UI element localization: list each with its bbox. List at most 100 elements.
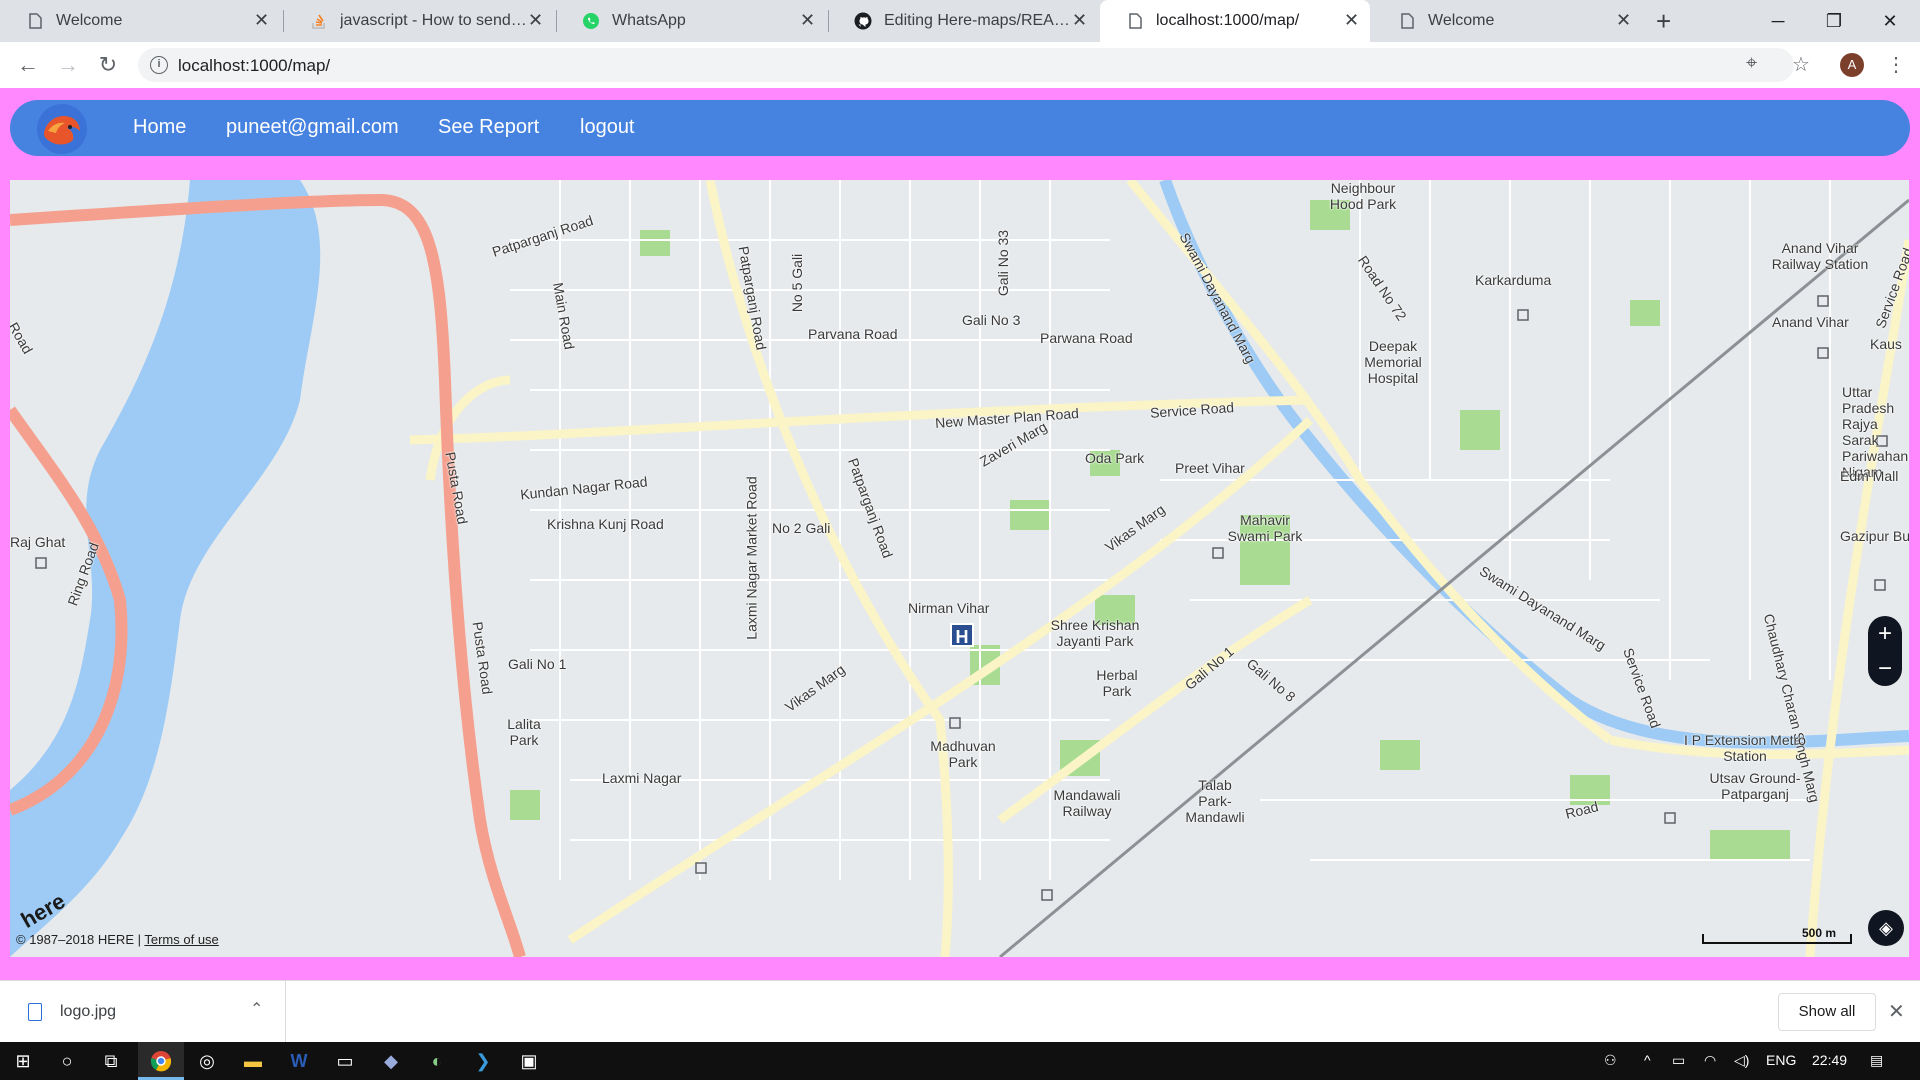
chevron-up-icon[interactable]: ⌃ [250,999,263,1019]
logo-icon[interactable] [30,103,94,155]
map-label: Gali No 3 [962,312,1021,328]
notifications-icon[interactable]: ▤ [1870,1052,1883,1069]
map-label: Anand Vihar [1772,314,1849,330]
map-label: Talab Park-Mandawli [1185,777,1245,825]
map-label: Mahavir Swami Park [1227,512,1303,544]
map-label: Kaus [1870,336,1902,352]
close-tab-icon[interactable]: ✕ [1616,11,1631,29]
nav-user-email[interactable]: puneet@gmail.com [226,116,399,139]
word-icon[interactable]: W [276,1042,322,1080]
downloads-bar: logo.jpg ⌃ Show all ✕ [0,980,1920,1043]
tab-whatsapp[interactable]: WhatsApp ✕ [556,0,828,42]
nav-home-link[interactable]: Home [133,116,186,139]
github-icon [854,12,872,30]
forward-arrow-icon[interactable]: → [54,51,82,79]
clock-time[interactable]: 22:49 [1812,1052,1847,1068]
chevron-up-tray-icon[interactable]: ^ [1644,1052,1651,1068]
chrome-logo-icon [150,1051,172,1072]
close-tab-icon[interactable]: ✕ [1344,11,1359,29]
zoom-in-icon[interactable]: + [1868,616,1902,651]
volume-icon[interactable]: ◁) [1734,1052,1749,1069]
star-icon[interactable]: ☆ [1792,52,1810,77]
tab-welcome-1[interactable]: Welcome ✕ [0,0,280,42]
monitor-app-icon[interactable]: ▭ [322,1042,368,1080]
map-label: No 5 Gali [789,253,806,313]
close-icon[interactable]: ✕ [1888,999,1905,1024]
location-icon[interactable]: ⌖ [1746,52,1757,75]
zoom-out-icon[interactable]: − [1868,651,1902,686]
download-filename[interactable]: logo.jpg [60,1003,116,1021]
top-navbar: Home puneet@gmail.com See Report logout [10,100,1910,156]
map-label: Edm Mall [1840,468,1899,484]
chrome-icon[interactable] [138,1042,184,1080]
hospital-marker-icon[interactable]: H [950,623,974,647]
map-label: Lalita Park [507,716,541,748]
minor-roads [510,180,1831,880]
map-label: Karkarduma [1475,272,1552,288]
map-view[interactable]: H Patparganj Road Main Road No 5 Gali Ga… [10,180,1909,957]
back-arrow-icon[interactable]: ← [14,51,42,79]
close-tab-icon[interactable]: ✕ [528,11,543,29]
poi-markers [35,295,1888,901]
map-copyright: © 1987–2018 HERE | Terms of use [16,932,219,947]
map-label: Nirman Vihar [908,600,990,616]
tab-stackoverflow[interactable]: javascript - How to send data ✕ [284,0,556,42]
map-label: Parwana Road [1040,330,1133,346]
battery-icon[interactable]: ▭ [1672,1052,1685,1069]
wifi-icon[interactable]: ◠ [1704,1052,1716,1069]
profile-avatar[interactable]: A [1840,53,1864,77]
map-label: No 2 Gali [772,520,831,536]
file-explorer-icon[interactable]: ▬ [230,1042,276,1080]
vscode-icon[interactable]: ❯ [460,1042,506,1080]
tab-title: localhost:1000/map/ [1156,12,1300,29]
parks [510,200,1790,860]
map-label: Krishna Kunj Road [547,516,664,532]
menu-kebab-icon[interactable]: ⋮ [1886,52,1906,77]
minimize-icon[interactable]: ─ [1748,6,1808,36]
language-indicator[interactable]: ENG [1766,1052,1796,1068]
page-body: Home puneet@gmail.com See Report logout [0,88,1920,980]
nav-see-report-link[interactable]: See Report [438,116,539,139]
map-label: Anand Vihar Railway Station [1771,240,1869,272]
tab-title: Editing Here-maps/README [884,12,1074,29]
tab-welcome-2[interactable]: Welcome ✕ [1372,0,1644,42]
browser-toolbar: ← → ↻ i localhost:1000/map/ ⌖ ☆ A ⋮ [0,42,1920,88]
map-label: Laxmi Nagar Market Road [743,476,760,640]
address-bar[interactable]: i localhost:1000/map/ [138,48,1794,82]
layers-icon[interactable]: ◈ [1868,910,1904,946]
nav-logout-link[interactable]: logout [580,116,635,139]
chrome-secondary-icon[interactable]: ◎ [184,1042,230,1080]
map-label: Gali No 33 [995,229,1012,297]
search-icon[interactable]: ○ [44,1042,90,1080]
terminal-icon[interactable]: ▣ [506,1042,552,1080]
reload-icon[interactable]: ↻ [94,51,122,79]
task-view-icon[interactable]: ⧉ [88,1042,134,1080]
map-label: Shree Krishan Jayanti Park [1050,617,1140,649]
close-tab-icon[interactable]: ✕ [800,11,815,29]
download-item[interactable]: logo.jpg ⌃ [0,981,286,1043]
tab-title: Welcome [56,12,123,29]
maximize-icon[interactable]: ❐ [1804,6,1864,36]
whatsapp-icon [583,13,599,29]
app-icon[interactable]: ◆ [368,1042,414,1080]
people-icon[interactable]: ⚇ [1604,1052,1617,1069]
map-label: Parvana Road [808,326,898,342]
map-label: Neighbour Hood Park [1329,180,1397,212]
show-all-button[interactable]: Show all [1778,993,1876,1031]
url-text[interactable]: localhost:1000/map/ [178,56,330,76]
map-label: Mandawali Railway [1053,787,1121,819]
info-icon[interactable]: i [150,56,168,74]
app-icon-2[interactable]: ◐ [414,1042,460,1080]
map-base-layer [10,180,1909,957]
new-tab-button[interactable]: + [1656,6,1671,37]
terms-of-use-link[interactable]: Terms of use [144,932,218,947]
close-window-icon[interactable]: ✕ [1860,6,1920,36]
map-label: Herbal Park [1096,667,1138,699]
map-label: Oda Park [1085,450,1145,466]
close-tab-icon[interactable]: ✕ [254,11,269,29]
zoom-control: + − [1868,616,1902,686]
close-tab-icon[interactable]: ✕ [1072,11,1087,29]
tab-github[interactable]: Editing Here-maps/README ✕ [828,0,1100,42]
windows-start-icon[interactable]: ⊞ [0,1042,46,1080]
tab-map-active[interactable]: localhost:1000/map/ ✕ [1100,0,1370,42]
